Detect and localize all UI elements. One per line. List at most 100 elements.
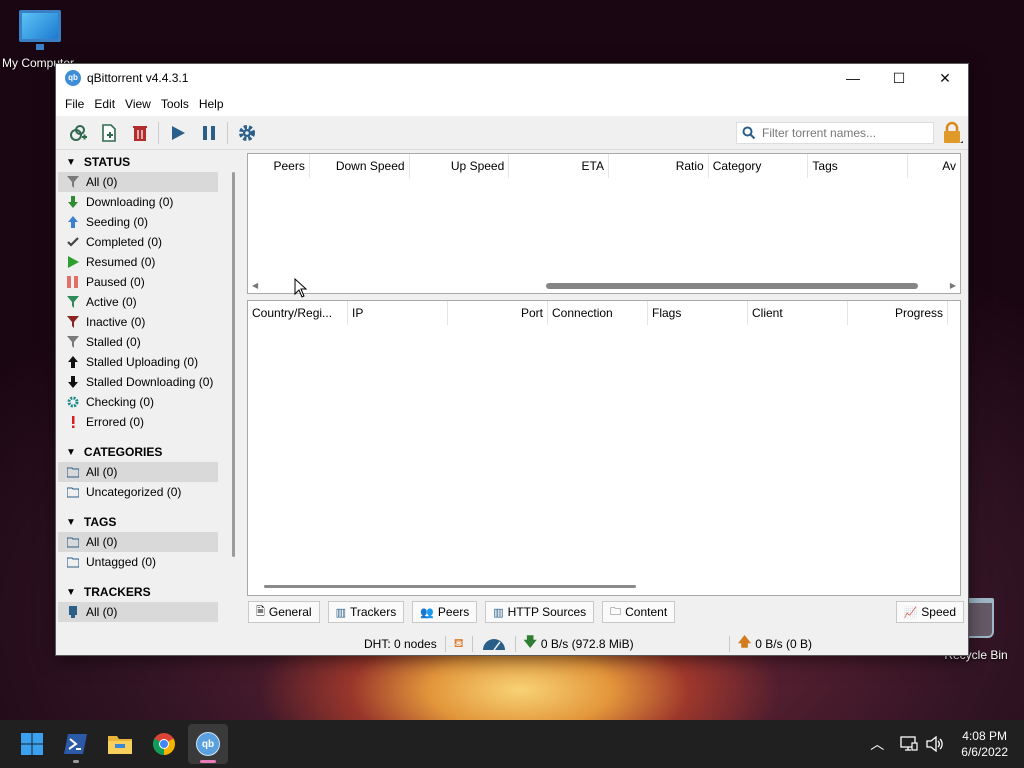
tab-label: Peers <box>437 605 470 619</box>
tab-label: General <box>268 605 312 619</box>
taskbar-powershell[interactable] <box>56 724 96 764</box>
taskbar-file-explorer[interactable] <box>100 724 140 764</box>
users-icon: 👥 <box>420 606 434 619</box>
sidebar-item[interactable]: Stalled Downloading (0) <box>58 372 218 392</box>
column-availability[interactable]: Av <box>908 154 960 178</box>
sidebar-item[interactable]: Inactive (0) <box>58 312 218 332</box>
sidebar-item[interactable]: Paused (0) <box>58 272 218 292</box>
network-icon[interactable] <box>897 732 921 756</box>
options-button[interactable] <box>231 119 262 147</box>
section-title: TRACKERS <box>83 585 151 599</box>
mouse-cursor-icon <box>294 278 308 298</box>
tab-peers[interactable]: 👥 Peers <box>412 601 478 623</box>
column-connection[interactable]: Connection <box>548 301 648 325</box>
title-bar[interactable]: qb qBittorrent v4.4.3.1 — ☐ ✕ <box>56 64 968 92</box>
menu-edit[interactable]: Edit <box>89 97 120 111</box>
status-separator <box>728 636 730 652</box>
sidebar-item[interactable]: All (0) <box>58 462 218 482</box>
column-ratio[interactable]: Ratio <box>609 154 709 178</box>
sidebar-item[interactable]: Uncategorized (0) <box>58 482 218 502</box>
clock[interactable]: 4:08 PM 6/6/2022 <box>961 728 1008 760</box>
upload-speed[interactable]: 0 B/s (0 B) <box>755 637 812 651</box>
column-ip[interactable]: IP <box>348 301 448 325</box>
peers-list[interactable]: Country/Regi... IP Port Connection Flags… <box>247 300 961 596</box>
column-category[interactable]: Category <box>709 154 809 178</box>
play-icon <box>171 125 185 140</box>
sidebar-item-label: All (0) <box>86 465 118 479</box>
sidebar-item[interactable]: Downloading (0) <box>58 192 218 212</box>
sidebar-item[interactable]: Seeding (0) <box>58 212 218 232</box>
scroll-right-icon[interactable]: ▶ <box>950 281 956 290</box>
resume-button[interactable] <box>162 119 193 147</box>
filter-torrents-input[interactable] <box>762 125 930 140</box>
start-button[interactable] <box>12 724 52 764</box>
peers-list-hscrollbar[interactable] <box>248 579 960 594</box>
sidebar-item[interactable]: Stalled (0) <box>58 332 218 352</box>
taskbar-qbittorrent[interactable]: qb <box>188 724 228 764</box>
column-progress[interactable]: Progress <box>848 301 948 325</box>
sidebar-item[interactable]: Untagged (0) <box>58 552 218 572</box>
column-tags[interactable]: Tags <box>808 154 909 178</box>
pause-button[interactable] <box>193 119 224 147</box>
speed-limit-icon[interactable] <box>481 637 507 651</box>
tab-content[interactable]: 🗀 Content <box>602 601 676 623</box>
column-down-speed[interactable]: Down Speed <box>310 154 410 178</box>
close-button[interactable]: ✕ <box>922 64 968 92</box>
volume-icon[interactable] <box>923 732 947 756</box>
scroll-left-icon[interactable]: ◀ <box>252 281 258 290</box>
column-peers[interactable]: Peers <box>248 154 310 178</box>
connection-status-icon[interactable]: ⛾ <box>454 636 464 652</box>
taskbar-chrome[interactable] <box>144 724 184 764</box>
download-speed[interactable]: 0 B/s (972.8 MiB) <box>541 637 721 651</box>
sidebar-scrollbar[interactable] <box>232 172 235 557</box>
maximize-button[interactable]: ☐ <box>876 64 922 92</box>
delete-torrent-button[interactable] <box>124 119 155 147</box>
scrollbar-thumb[interactable] <box>264 585 636 588</box>
column-country[interactable]: Country/Regi... <box>248 301 348 325</box>
tab-trackers[interactable]: ▥ Trackers <box>327 601 405 623</box>
trackers-section-header[interactable]: ▼ TRACKERS <box>58 582 238 602</box>
chevron-up-icon[interactable]: ︿ <box>865 732 889 756</box>
categories-section-header[interactable]: ▼ CATEGORIES <box>58 442 238 462</box>
sidebar-item[interactable]: All (0) <box>58 602 218 622</box>
column-flags[interactable]: Flags <box>648 301 748 325</box>
sidebar-item[interactable]: All (0) <box>58 172 218 192</box>
sidebar-item-label: All (0) <box>86 605 118 619</box>
sidebar-item[interactable]: Active (0) <box>58 292 218 312</box>
status-separator <box>514 636 516 652</box>
sidebar-item[interactable]: Checking (0) <box>58 392 218 412</box>
menu-tools[interactable]: Tools <box>156 97 194 111</box>
tab-http-sources[interactable]: ▥ HTTP Sources <box>485 601 595 623</box>
network-icon-svg <box>900 736 918 751</box>
status-section-header[interactable]: ▼ STATUS <box>58 152 238 172</box>
menu-view[interactable]: View <box>120 97 156 111</box>
tab-label: Trackers <box>349 605 397 619</box>
tags-section-header[interactable]: ▼ TAGS <box>58 512 238 532</box>
column-client[interactable]: Client <box>748 301 848 325</box>
tab-speed[interactable]: 📈 Speed <box>895 601 964 623</box>
sidebar-item[interactable]: Completed (0) <box>58 232 218 252</box>
menu-help[interactable]: Help <box>194 97 229 111</box>
add-torrent-file-button[interactable] <box>93 119 124 147</box>
search-box[interactable] <box>736 121 934 144</box>
tab-general[interactable]: 🗎 General <box>248 601 320 623</box>
sidebar-item[interactable]: All (0) <box>58 532 218 552</box>
arrow-up-icon <box>66 215 80 229</box>
column-eta[interactable]: ETA <box>509 154 609 178</box>
column-port[interactable]: Port <box>448 301 548 325</box>
desktop-icon-my-computer[interactable]: My Computer <box>0 10 80 70</box>
server-icon: ▥ <box>493 606 504 619</box>
sidebar-item[interactable]: Errored (0) <box>58 412 218 432</box>
lock-button[interactable] <box>938 119 966 147</box>
torrent-list-header: Peers Down Speed Up Speed ETA Ratio Cate… <box>248 154 960 178</box>
sidebar-item[interactable]: Stalled Uploading (0) <box>58 352 218 372</box>
torrent-list[interactable]: Peers Down Speed Up Speed ETA Ratio Cate… <box>247 153 961 294</box>
add-torrent-link-button[interactable] <box>62 119 93 147</box>
menu-file[interactable]: File <box>60 97 89 111</box>
sidebar-item[interactable]: Resumed (0) <box>58 252 218 272</box>
computer-icon <box>19 10 61 50</box>
minimize-button[interactable]: — <box>830 64 876 92</box>
column-up-speed[interactable]: Up Speed <box>410 154 510 178</box>
torrent-list-hscrollbar[interactable]: ◀ ▶ <box>248 278 960 293</box>
scrollbar-thumb[interactable] <box>546 282 918 289</box>
